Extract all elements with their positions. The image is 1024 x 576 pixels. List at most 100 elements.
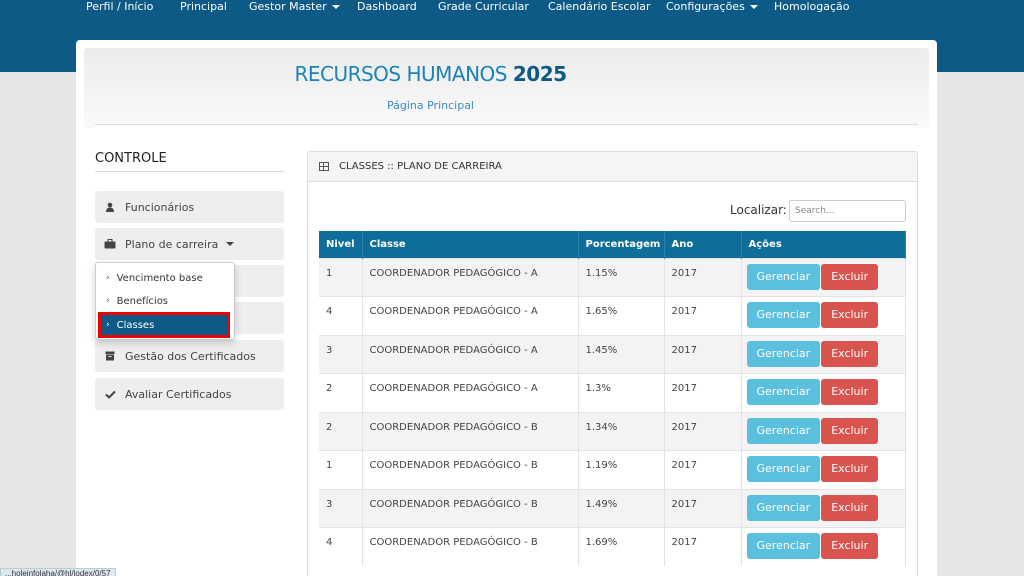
delete-button[interactable]: Excluir [821,263,879,290]
card-title: CLASSES :: PLANO DE CARREIRA [339,161,502,172]
cell-ano: 2017 [664,450,742,489]
chevron-down-icon [749,5,758,9]
cell-porcentagem: 1.69% [578,527,665,566]
column-header-porcentagem[interactable]: Porcentagem [578,231,665,258]
nav-principal[interactable]: Principal [180,0,227,13]
nav-config-label: Configurações [666,0,745,13]
column-header-nivel[interactable]: Nivel [319,231,363,258]
cell-ano: 2017 [664,334,742,374]
chevron-right-icon: › [106,320,110,330]
delete-button[interactable]: Excluir [821,533,879,559]
delete-button[interactable]: Excluir [821,417,879,444]
dropdown-item-vencimento-base[interactable]: › Vencimento base [96,268,234,288]
delete-button[interactable]: Excluir [821,379,879,405]
table-row: 1 COORDENADOR PEDAGÓGICO - B 1.19% 2017 Gere… [319,450,906,489]
archive-icon [95,351,125,361]
manage-button[interactable]: Gerenciar [746,533,821,559]
cell-porcentagem: 1.15% [578,257,665,297]
cell-nivel: 1 [319,450,363,489]
page-title: RECURSOS HUMANOS 2025 [0,62,861,86]
cell-nivel: 3 [319,334,363,374]
check-icon [95,390,125,399]
cell-acoes: Gerenciar Excluir [741,450,906,489]
delete-button[interactable]: Excluir [821,456,879,482]
chevron-right-icon: › [106,296,110,306]
sidebar-item-plano-carreira[interactable]: Plano de carreira [95,228,284,260]
nav-perfil[interactable]: Perfil / Início [86,0,153,13]
sidebar-item-gestao-certificados[interactable]: Gestão dos Certificados [95,340,284,372]
cell-acoes: Gerenciar Excluir [741,257,906,297]
sidebar-item-funcionarios[interactable]: Funcionários [95,191,284,223]
manage-button[interactable]: Gerenciar [746,417,821,444]
cell-porcentagem: 1.45% [578,334,665,374]
cell-nivel: 1 [319,257,363,297]
cell-classe: COORDENADOR PEDAGÓGICO - A [362,296,579,335]
manage-button[interactable]: Gerenciar [746,494,821,521]
chevron-right-icon: › [106,273,110,283]
table-row: 3 COORDENADOR PEDAGÓGICO - A 1.45% 2017 Gere… [319,334,906,374]
manage-button[interactable]: Gerenciar [746,379,821,405]
cell-nivel: 3 [319,488,363,528]
status-url: ...holeinfolaha/@hl/lodex/0/57 [0,568,116,576]
cell-porcentagem: 1.65% [578,296,665,335]
table-row: 2 COORDENADOR PEDAGÓGICO - B 1.34% 2017 Gere… [319,411,906,451]
table-header-row: Nivel Classe Porcentagem Ano Ações [319,231,906,258]
table-row: 1 COORDENADOR PEDAGÓGICO - A 1.15% 2017 Gere… [319,257,906,297]
search-input[interactable] [789,200,906,222]
cell-nivel: 2 [319,373,363,412]
manage-button[interactable]: Gerenciar [746,456,821,482]
career-plan-dropdown: › Vencimento base › Benefícios › Classes [95,262,235,340]
delete-button[interactable]: Excluir [821,494,879,521]
cell-porcentagem: 1.3% [578,373,665,412]
briefcase-icon [95,239,125,249]
page-header [84,48,929,128]
cell-porcentagem: 1.49% [578,488,665,528]
cell-acoes: Gerenciar Excluir [741,373,906,412]
nav-grade-curricular[interactable]: Grade Curricular [438,0,529,13]
cell-porcentagem: 1.34% [578,411,665,451]
cell-classe: COORDENADOR PEDAGÓGICO - B [362,411,579,451]
nav-dashboard[interactable]: Dashboard [357,0,417,13]
table-icon [319,162,329,171]
manage-button[interactable]: Gerenciar [746,340,821,367]
nav-calendario[interactable]: Calendário Escolar [548,0,651,13]
dropdown-item-label: Benefícios [116,295,169,307]
chevron-down-icon [331,5,340,9]
column-header-ano[interactable]: Ano [664,231,742,258]
cell-nivel: 4 [319,296,363,335]
delete-button[interactable]: Excluir [821,340,879,367]
table-row: 2 COORDENADOR PEDAGÓGICO - A 1.3% 2017 Geren… [319,373,906,412]
cell-classe: COORDENADOR PEDAGÓGICO - A [362,334,579,374]
nav-homologacao[interactable]: Homologação [774,0,849,13]
delete-button[interactable]: Excluir [821,302,879,328]
sidebar-item-avaliar-certificados[interactable]: Avaliar Certificados [95,378,284,410]
cell-ano: 2017 [664,296,742,335]
sidebar-item-label: Avaliar Certificados [125,387,232,401]
dropdown-item-beneficios[interactable]: › Benefícios [96,291,234,311]
cell-nivel: 4 [319,527,363,566]
dropdown-item-classes[interactable]: › Classes [98,312,230,338]
chevron-down-icon [226,242,235,246]
page-subtitle[interactable]: Página Principal [0,99,861,112]
nav-gestor-master[interactable]: Gestor Master [249,0,340,13]
divider [95,171,284,172]
column-header-classe[interactable]: Classe [362,231,579,258]
nav-configuracoes[interactable]: Configurações [666,0,758,13]
sidebar-item-label: Plano de carreira [125,237,219,251]
table-row: 4 COORDENADOR PEDAGÓGICO - A 1.65% 2017 Gere… [319,296,906,335]
divider [95,124,918,125]
sidebar-item-label: Gestão dos Certificados [125,349,256,363]
cell-classe: COORDENADOR PEDAGÓGICO - A [362,373,579,412]
column-header-acoes: Ações [741,231,906,258]
cell-classe: COORDENADOR PEDAGÓGICO - B [362,488,579,528]
sidebar-item-label: Funcionários [125,200,195,214]
manage-button[interactable]: Gerenciar [746,302,821,328]
manage-button[interactable]: Gerenciar [746,263,821,290]
title-main: RECURSOS HUMANOS [294,62,513,86]
card-header: CLASSES :: PLANO DE CARREIRA [308,152,917,182]
title-year: 2025 [512,62,567,86]
cell-nivel: 2 [319,411,363,451]
cell-ano: 2017 [664,257,742,297]
table-row: 3 COORDENADOR PEDAGÓGICO - B 1.49% 2017 Gere… [319,488,906,528]
dropdown-item-label: Vencimento base [116,272,203,284]
